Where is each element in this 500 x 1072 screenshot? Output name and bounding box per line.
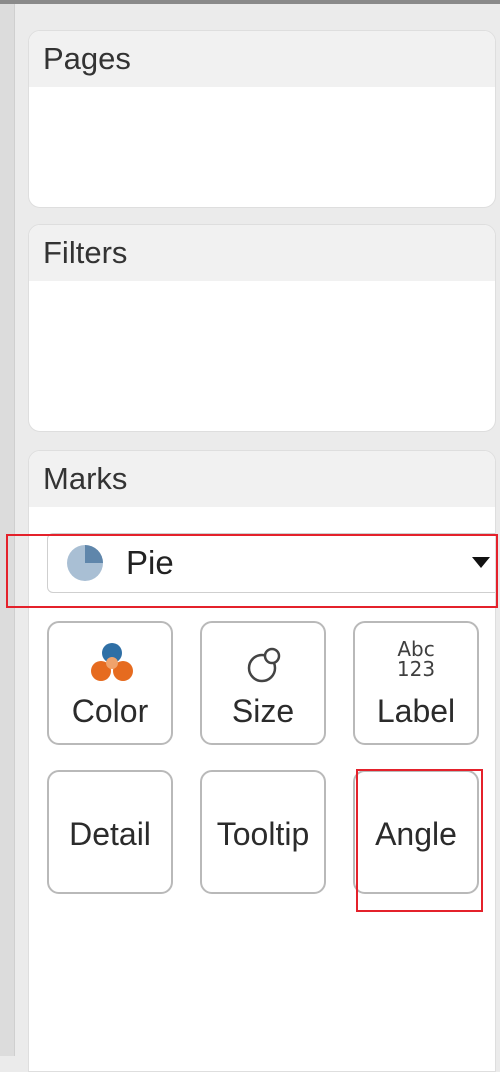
color-button[interactable]: Color xyxy=(47,621,173,745)
mark-type-selected: Pie xyxy=(126,544,174,581)
label-icon: Abc 123 xyxy=(355,639,477,679)
filters-shelf[interactable]: Filters xyxy=(28,224,496,432)
mark-type-dropdown[interactable]: Pie xyxy=(47,533,495,593)
color-button-label: Color xyxy=(71,693,149,729)
pages-shelf[interactable]: Pages xyxy=(28,30,496,208)
tooltip-button-label: Tooltip xyxy=(216,816,310,852)
label-button[interactable]: Abc 123 Label xyxy=(353,621,479,745)
left-scroll-strip xyxy=(0,4,15,1056)
color-icon xyxy=(91,643,133,681)
detail-button-label: Detail xyxy=(69,816,151,852)
label-icon-123: 123 xyxy=(396,657,436,681)
marks-card: Marks Pie Color Size Abc 123 Label Detai… xyxy=(28,450,496,1072)
size-button-label: Size xyxy=(231,693,295,729)
detail-button[interactable]: Detail xyxy=(47,770,173,894)
label-button-label: Label xyxy=(376,693,456,729)
marks-card-title: Marks xyxy=(29,451,495,507)
size-button[interactable]: Size xyxy=(200,621,326,745)
angle-button-label: Angle xyxy=(375,816,457,852)
pie-icon xyxy=(67,545,103,581)
filters-shelf-title: Filters xyxy=(29,225,495,281)
marks-shelf-window: Pages Filters Marks Pie Color Size Abc 1… xyxy=(0,0,500,1072)
chevron-down-icon[interactable] xyxy=(472,557,490,568)
angle-button[interactable]: Angle xyxy=(353,770,479,894)
size-icon xyxy=(247,647,281,683)
top-border xyxy=(0,0,500,4)
pages-shelf-title: Pages xyxy=(29,31,495,87)
label-icon-abc: Abc xyxy=(397,637,435,661)
tooltip-button[interactable]: Tooltip xyxy=(200,770,326,894)
